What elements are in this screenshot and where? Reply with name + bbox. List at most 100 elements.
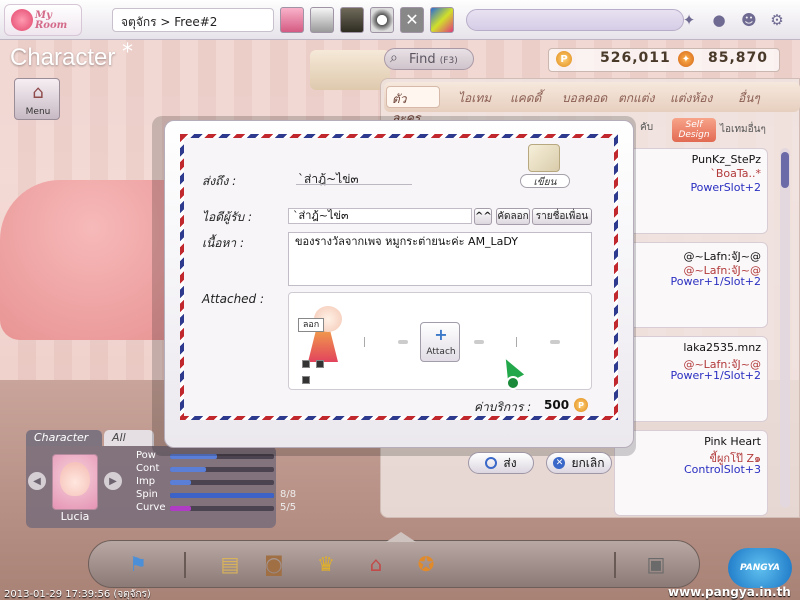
chat-strip[interactable] (466, 9, 684, 31)
character-name: Lucia (60, 510, 90, 523)
stat-label: Cont (136, 463, 160, 474)
scroll-thumb[interactable] (781, 152, 789, 188)
find-label: Find (409, 52, 436, 67)
pangya-logo: PANGYA (728, 548, 792, 588)
attach-label: Attach (426, 347, 456, 357)
fee-label: ค่าบริการ : (474, 400, 532, 414)
fee-coin-icon: P (574, 398, 588, 412)
coin-p-icon: P (556, 51, 572, 67)
card-subtitle: `BoaTa..* (710, 167, 761, 180)
slot-divider (364, 337, 365, 347)
write-label: เขียน (520, 174, 570, 188)
quick-slot-cat-icon[interactable] (310, 7, 334, 33)
title-star: * (122, 40, 133, 65)
quick-slot-ball-icon[interactable] (370, 7, 394, 33)
page-title: Character (10, 44, 116, 71)
my-room-logo[interactable]: My Room (4, 4, 82, 36)
find-hint: (F3) (439, 56, 458, 66)
recipient-input[interactable]: `ส่าฎ้~ไข่๓ (288, 208, 472, 224)
stat-bar-fill (170, 493, 274, 498)
stats-tab-all[interactable]: All (104, 430, 154, 446)
cancel-x-icon: ✕ (553, 457, 566, 469)
menu-button[interactable]: ⌂ Menu (14, 78, 60, 120)
send-button[interactable]: ส่ง (468, 452, 534, 474)
tab-character[interactable]: ตัวละคร (386, 86, 440, 125)
cancel-button[interactable]: ✕ ยกเลิก (546, 452, 612, 474)
sub-tab-self-design[interactable]: Self Design (672, 118, 716, 142)
shop-card[interactable]: @~Lafn:จัJ~@ @~Lafn:จัJ~@ Power+1/Slot+2 (614, 242, 768, 328)
tab-decor[interactable]: ตกแต่ง (618, 86, 654, 108)
recipient-label: ไอดีผู้รับ : (202, 210, 252, 224)
item-mini-icon (302, 360, 310, 368)
skull-icon[interactable]: ☻ (738, 9, 760, 31)
quick-slot-close-icon[interactable]: ✕ (400, 7, 424, 33)
chat-bubble-icon[interactable]: ● (708, 9, 730, 31)
next-character-icon[interactable]: ▶ (104, 472, 122, 490)
settings-box-icon[interactable]: ▣ (640, 548, 672, 580)
stat-bar-fill (170, 480, 191, 485)
card-slot: PowerSlot+2 (690, 181, 761, 194)
stat-label: Spin (136, 489, 158, 500)
tab-caddie[interactable]: แคดดี้ (510, 86, 541, 108)
shop-card[interactable]: PunKz_StePz `BoaTa..* PowerSlot+2 (614, 148, 768, 234)
content-textarea[interactable]: ของรางวัลจากเพจ หมูกระต่ายนะค่ะ AM_LaDY (288, 232, 592, 286)
timestamp: 2013-01-29 17:39:56 (จตุจักร) (4, 589, 151, 600)
copy-button[interactable]: คัดลอก (496, 208, 530, 225)
bag-icon[interactable]: ◙ (258, 548, 290, 580)
cancel-label: ยกเลิก (571, 455, 605, 470)
tab-item[interactable]: ไอเทม (458, 86, 491, 108)
prev-character-icon[interactable]: ◀ (28, 472, 46, 490)
card-slot: ControlSlot+3 (683, 463, 761, 476)
attached-label: Attached : (202, 292, 265, 306)
item-mini-icon (316, 360, 324, 368)
cursor-badge-icon (506, 376, 520, 390)
card-pack-icon[interactable]: ✪ (410, 548, 442, 580)
stat-value: 5/5 (280, 502, 297, 513)
sparkle-icon[interactable]: ✦ (678, 9, 700, 31)
stat-value: 8/8 (280, 489, 297, 500)
magnifier-icon: ⌕ (390, 50, 398, 66)
shop-card[interactable]: laka2535.mnz @~Lafn:จัJ~@ Power+1/Slot+2 (614, 336, 768, 422)
bottom-toolbar (88, 540, 700, 588)
plus-icon: + (434, 325, 448, 344)
empty-slot[interactable] (550, 340, 560, 344)
quill-scroll-icon (528, 144, 560, 172)
quick-slot-item-icon[interactable] (340, 7, 364, 33)
toolbar-divider (184, 552, 186, 578)
empty-slot[interactable] (398, 340, 408, 344)
avatar-face (60, 462, 90, 496)
stat-bar-fill (170, 506, 191, 511)
trophy-icon[interactable]: ♛ (310, 548, 342, 580)
shop-scrollbar[interactable] (780, 148, 790, 508)
flag-icon[interactable]: ⚑ (122, 548, 154, 580)
tab-ball[interactable]: บอลคอด (562, 86, 607, 108)
recipient-dropdown[interactable]: ^^ (474, 208, 492, 225)
toolbar-divider (614, 552, 616, 578)
sub-tab-club[interactable]: คับ (640, 120, 668, 140)
gear-icon[interactable]: ⚙ (766, 9, 788, 31)
shop-icon[interactable]: ⌂ (360, 548, 392, 580)
slot-divider (516, 337, 517, 347)
tab-other[interactable]: อื่นๆ (738, 86, 760, 108)
sub-tab-other-items[interactable]: ไอเทมอื่นๆ (720, 122, 784, 137)
tab-room[interactable]: แต่งห้อง (670, 86, 712, 108)
shop-card[interactable]: Pink Heart ขี้ผูกโป๊ Z๑ ControlSlot+3 (614, 430, 768, 516)
stats-tab-character[interactable]: Character (26, 430, 102, 446)
friend-list-button[interactable]: รายชื่อเพื่อน (532, 208, 592, 225)
quick-slot-avatar-icon[interactable] (280, 7, 304, 33)
pang-value: 85,870 (708, 50, 769, 66)
quick-slot-card-icon[interactable] (430, 7, 454, 33)
pang-icon: ✦ (678, 51, 694, 67)
scroll-icon[interactable]: ▤ (214, 548, 246, 580)
card-name: PunKz_StePz (691, 153, 761, 166)
card-name: laka2535.mnz (683, 341, 761, 354)
my-room-icon (11, 9, 33, 31)
menu-label: Menu (25, 107, 51, 117)
content-label: เนื้อหา : (202, 236, 245, 250)
attach-button[interactable]: + Attach (420, 322, 460, 362)
to-underline (296, 184, 412, 185)
empty-slot[interactable] (474, 340, 484, 344)
my-room-label: My Room (35, 10, 68, 31)
card-name: Pink Heart (704, 435, 761, 448)
stat-label: Imp (136, 476, 156, 487)
